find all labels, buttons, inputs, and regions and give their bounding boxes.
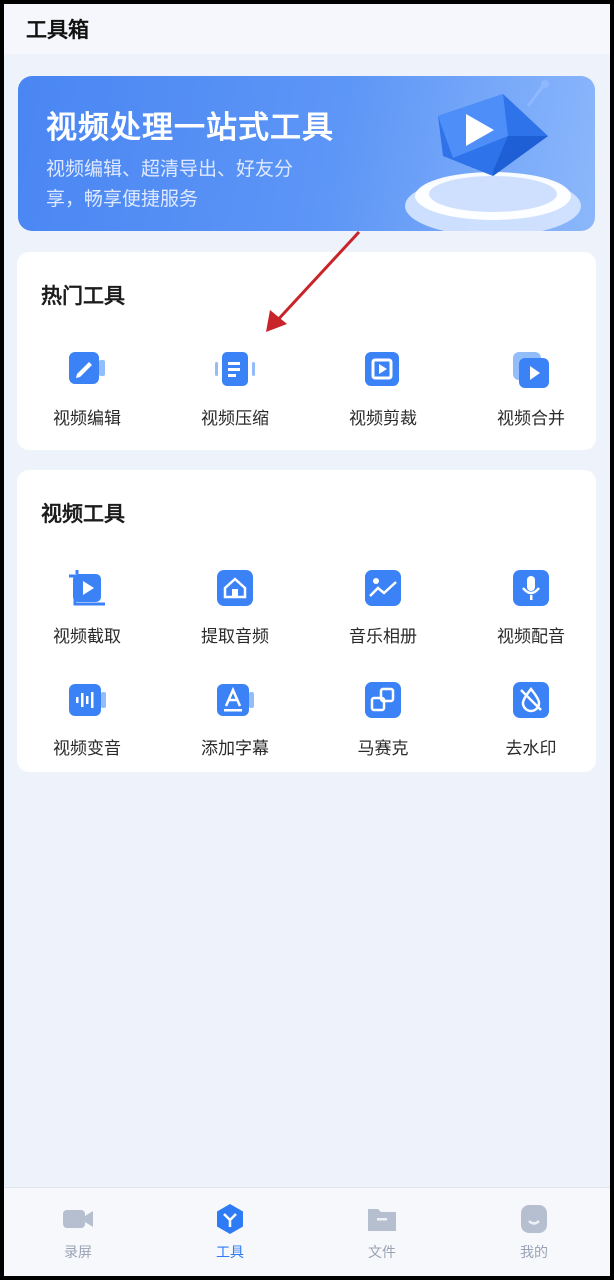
subtitle-icon <box>217 684 254 716</box>
tool-label: 视频压缩 <box>201 409 269 429</box>
crop-icon <box>365 352 399 386</box>
merge-icon <box>513 352 549 388</box>
compress-icon <box>215 352 255 386</box>
banner-subtitle-line2: 享，畅享便捷服务 <box>46 188 199 210</box>
profile-icon <box>521 1205 547 1233</box>
mosaic-icon <box>365 682 401 718</box>
tool-label: 音乐相册 <box>349 627 417 647</box>
tool-video-merge[interactable]: 视频合并 <box>461 348 601 429</box>
clip-icon <box>69 570 105 606</box>
tool-label: 视频变音 <box>53 739 121 759</box>
edit-icon <box>69 352 105 384</box>
tool-add-subtitle[interactable]: 添加字幕 <box>165 678 305 759</box>
tool-video-clip[interactable]: 视频截取 <box>17 566 157 647</box>
tool-video-crop[interactable]: 视频剪裁 <box>313 348 453 429</box>
tool-video-compress[interactable]: 视频压缩 <box>165 348 305 429</box>
tool-label: 视频剪裁 <box>349 409 417 429</box>
tool-mosaic[interactable]: 马赛克 <box>313 678 453 759</box>
music-album-icon <box>365 570 401 606</box>
nav-item-profile[interactable]: 我的 <box>484 1202 584 1262</box>
microphone-icon <box>513 570 549 606</box>
banner-subtitle-line1: 视频编辑、超清导出、好友分 <box>46 158 294 180</box>
nav-label: 工具 <box>216 1245 244 1261</box>
tool-remove-watermark[interactable]: 去水印 <box>461 678 601 759</box>
nav-label: 录屏 <box>64 1245 92 1261</box>
tool-label: 提取音频 <box>201 627 269 647</box>
tool-video-dubbing[interactable]: 视频配音 <box>461 566 601 647</box>
tool-label: 视频截取 <box>53 627 121 647</box>
extract-audio-icon <box>217 570 253 606</box>
remove-watermark-icon <box>513 682 549 718</box>
tool-voice-change[interactable]: 视频变音 <box>17 678 157 759</box>
video-camera-icon <box>63 1210 93 1228</box>
bottom-nav: 录屏 工具 文件 我的 <box>4 1187 610 1276</box>
nav-label: 我的 <box>520 1245 548 1261</box>
voice-change-icon <box>69 684 106 716</box>
tool-label: 添加字幕 <box>201 739 269 759</box>
video-tools-title: 视频工具 <box>41 502 125 526</box>
banner-subtitle: 视频编辑、超清导出、好友分 享，畅享便捷服务 <box>46 154 346 214</box>
hot-tools-title: 热门工具 <box>41 284 125 308</box>
tool-music-album[interactable]: 音乐相册 <box>313 566 453 647</box>
tool-label: 视频编辑 <box>53 409 121 429</box>
nav-item-screen-record[interactable]: 录屏 <box>28 1202 128 1262</box>
banner-title: 视频处理一站式工具 <box>46 110 334 146</box>
hot-tools-card: 热门工具 视频编辑 视频压缩 视频剪裁 视频合并 <box>17 252 596 450</box>
nav-item-tools[interactable]: 工具 <box>180 1202 280 1262</box>
tool-label: 视频合并 <box>497 409 565 429</box>
promo-banner[interactable]: 视频处理一站式工具 视频编辑、超清导出、好友分 享，畅享便捷服务 <box>18 76 595 231</box>
video-tools-card: 视频工具 视频截取 提取音频 音乐相册 视频配音 视频变音 添加字幕 马赛克 去… <box>17 470 596 772</box>
top-bar: 工具箱 <box>4 4 610 54</box>
folder-icon <box>368 1209 396 1231</box>
toolbox-screen: 工具箱 视频处理一站式工具 视频编辑、超清导出、好友分 享，畅享便捷服务 热门工… <box>4 4 610 1276</box>
toolbox-icon <box>217 1204 243 1234</box>
banner-play-cube-illustration <box>405 80 581 231</box>
tool-video-edit[interactable]: 视频编辑 <box>17 348 157 429</box>
tool-extract-audio[interactable]: 提取音频 <box>165 566 305 647</box>
nav-label: 文件 <box>368 1245 396 1261</box>
page-title: 工具箱 <box>26 18 89 42</box>
nav-item-files[interactable]: 文件 <box>332 1202 432 1262</box>
tool-label: 马赛克 <box>357 739 409 759</box>
tool-label: 视频配音 <box>497 627 565 647</box>
tool-label: 去水印 <box>505 739 557 759</box>
